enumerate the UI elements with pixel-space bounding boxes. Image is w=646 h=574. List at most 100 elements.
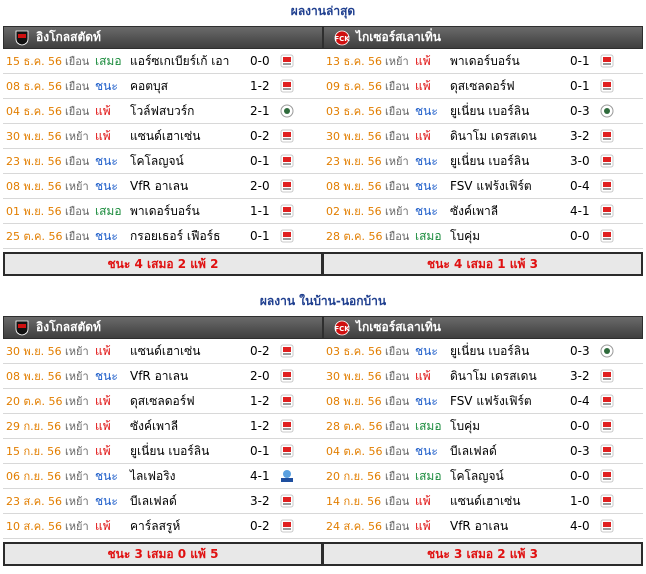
match-venue: เยือน [65, 205, 90, 218]
match-score[interactable]: 3-2 [250, 494, 270, 508]
opponent-link[interactable]: บีเลเฟลด์ [450, 442, 497, 461]
match-result: ชนะ [95, 493, 118, 508]
opponent-link[interactable]: แซนด์เฮาเซ่น [450, 492, 521, 511]
match-result: เสมอ [95, 53, 122, 68]
bundesliga2-icon [280, 419, 294, 433]
match-date: 30 พ.ย. 56 [6, 130, 62, 143]
opponent-link[interactable]: VfR อาเลน [130, 177, 188, 196]
opponent-link[interactable]: คอตบุส [130, 77, 168, 96]
opponent-link[interactable]: ซังค์เพาลี [130, 417, 178, 436]
opponent-link[interactable]: คาร์ลสรูห์ [130, 517, 180, 536]
match-score[interactable]: 3-2 [570, 369, 590, 383]
opponent-link[interactable]: ยูเนี่ยน เบอร์ลิน [450, 152, 529, 171]
opponent-link[interactable]: โวล์ฟสบวร์ก [130, 102, 194, 121]
match-row: 06 ก.ย. 56 เหย้า ชนะ ไลเฟอริง 4-1 [3, 464, 323, 489]
match-venue: เยือน [385, 105, 410, 118]
match-row: 08 ธ.ค. 56 เยือน ชนะ คอตบุส 1-2 [3, 74, 323, 99]
left-team-panel: อิงโกลสตัดท์ 15 ธ.ค. 56 เยือน เสมอ แอร์ซเกเบ… [3, 26, 323, 276]
opponent-link[interactable]: ยูเนี่ยน เบอร์ลิน [450, 342, 529, 361]
kaiserslautern-logo-icon: FCK [334, 30, 350, 46]
opponent-link[interactable]: ไลเฟอริง [130, 467, 176, 486]
match-score[interactable]: 0-2 [250, 344, 270, 358]
match-score[interactable]: 0-1 [250, 229, 270, 243]
match-score[interactable]: 0-0 [570, 229, 590, 243]
match-score[interactable]: 4-0 [570, 519, 590, 533]
match-result: เสมอ [415, 468, 442, 483]
match-result: แพ้ [415, 493, 431, 508]
match-score[interactable]: 1-0 [570, 494, 590, 508]
dfb-pokal-icon [600, 344, 614, 358]
opponent-link[interactable]: กรอยเธอร์ เฟือร์ธ [130, 227, 220, 246]
match-date: 29 ก.ย. 56 [6, 420, 62, 433]
team-header: FCK ไกเซอร์สเลาเทิ่น [323, 26, 643, 49]
match-date: 01 พ.ย. 56 [6, 205, 62, 218]
opponent-link[interactable]: ดุสเซลดอร์ฟ [450, 77, 515, 96]
match-score[interactable]: 0-4 [570, 394, 590, 408]
match-score[interactable]: 0-1 [250, 154, 270, 168]
match-score[interactable]: 4-1 [570, 204, 590, 218]
opponent-link[interactable]: บีเลเฟลด์ [130, 492, 177, 511]
match-row: 08 พ.ย. 56 เยือน ชนะ FSV แฟร้งเฟิร์ต 0-4 [323, 174, 643, 199]
opponent-link[interactable]: พาเดอร์บอร์น [130, 202, 200, 221]
match-score[interactable]: 0-1 [570, 54, 590, 68]
opponent-link[interactable]: แซนด์เฮาเซ่น [130, 127, 201, 146]
opponent-link[interactable]: ยูเนี่ยน เบอร์ลิน [130, 442, 209, 461]
match-date: 30 พ.ย. 56 [6, 345, 62, 358]
match-score[interactable]: 0-4 [570, 179, 590, 193]
match-score[interactable]: 1-2 [250, 79, 270, 93]
bundesliga2-icon [600, 79, 614, 93]
match-score[interactable]: 2-0 [250, 179, 270, 193]
match-venue: เยือน [65, 230, 90, 243]
opponent-link[interactable]: โคโลญจน์ [130, 152, 184, 171]
match-result: ชนะ [415, 153, 438, 168]
opponent-link[interactable]: VfR อาเลน [130, 367, 188, 386]
opponent-link[interactable]: โบคุ่ม [450, 227, 480, 246]
opponent-link[interactable]: FSV แฟร้งเฟิร์ต [450, 177, 532, 196]
dfb-pokal-icon [280, 104, 294, 118]
match-score[interactable]: 0-3 [570, 344, 590, 358]
match-score[interactable]: 0-0 [250, 54, 270, 68]
match-score[interactable]: 0-0 [570, 469, 590, 483]
opponent-link[interactable]: ยูเนี่ยน เบอร์ลิน [450, 102, 529, 121]
opponent-link[interactable]: ดุสเซลดอร์ฟ [130, 392, 195, 411]
opponent-link[interactable]: แอร์ซเกเบียร์เก้ เอา [130, 52, 229, 71]
match-result: แพ้ [415, 128, 431, 143]
bundesliga2-icon [600, 494, 614, 508]
match-score[interactable]: 1-2 [250, 394, 270, 408]
opponent-link[interactable]: โคโลญจน์ [450, 467, 504, 486]
bundesliga2-icon [280, 444, 294, 458]
match-score[interactable]: 4-1 [250, 469, 270, 483]
match-venue: เยือน [65, 155, 90, 168]
match-score[interactable]: 0-3 [570, 104, 590, 118]
opponent-link[interactable]: แซนด์เฮาเซ่น [130, 342, 201, 361]
bundesliga2-icon [600, 229, 614, 243]
match-score[interactable]: 1-2 [250, 419, 270, 433]
match-score[interactable]: 2-1 [250, 104, 270, 118]
opponent-link[interactable]: ดินาโม เดรสเดน [450, 367, 537, 386]
match-venue: เยือน [385, 180, 410, 193]
match-score[interactable]: 0-1 [250, 444, 270, 458]
match-result: แพ้ [415, 78, 431, 93]
match-date: 14 ก.ย. 56 [326, 495, 382, 508]
match-row: 24 ส.ค. 56 เยือน แพ้ VfR อาเลน 4-0 [323, 514, 643, 539]
match-score[interactable]: 1-1 [250, 204, 270, 218]
match-score[interactable]: 0-3 [570, 444, 590, 458]
match-venue: เหย้า [65, 180, 89, 193]
opponent-link[interactable]: โบคุ่ม [450, 417, 480, 436]
kaiserslautern-logo-icon: FCK [334, 320, 350, 336]
opponent-link[interactable]: ซังค์เพาลี [450, 202, 498, 221]
match-score[interactable]: 2-0 [250, 369, 270, 383]
match-score[interactable]: 0-1 [570, 79, 590, 93]
team-name: ไกเซอร์สเลาเทิ่น [356, 30, 441, 44]
match-result: ชนะ [415, 178, 438, 193]
opponent-link[interactable]: ดินาโม เดรสเดน [450, 127, 537, 146]
match-score[interactable]: 0-2 [250, 129, 270, 143]
match-date: 15 ธ.ค. 56 [6, 55, 63, 68]
match-score[interactable]: 0-0 [570, 419, 590, 433]
opponent-link[interactable]: FSV แฟร้งเฟิร์ต [450, 392, 532, 411]
match-score[interactable]: 3-2 [570, 129, 590, 143]
match-score[interactable]: 0-2 [250, 519, 270, 533]
match-score[interactable]: 3-0 [570, 154, 590, 168]
opponent-link[interactable]: VfR อาเลน [450, 517, 508, 536]
opponent-link[interactable]: พาเดอร์บอร์น [450, 52, 520, 71]
